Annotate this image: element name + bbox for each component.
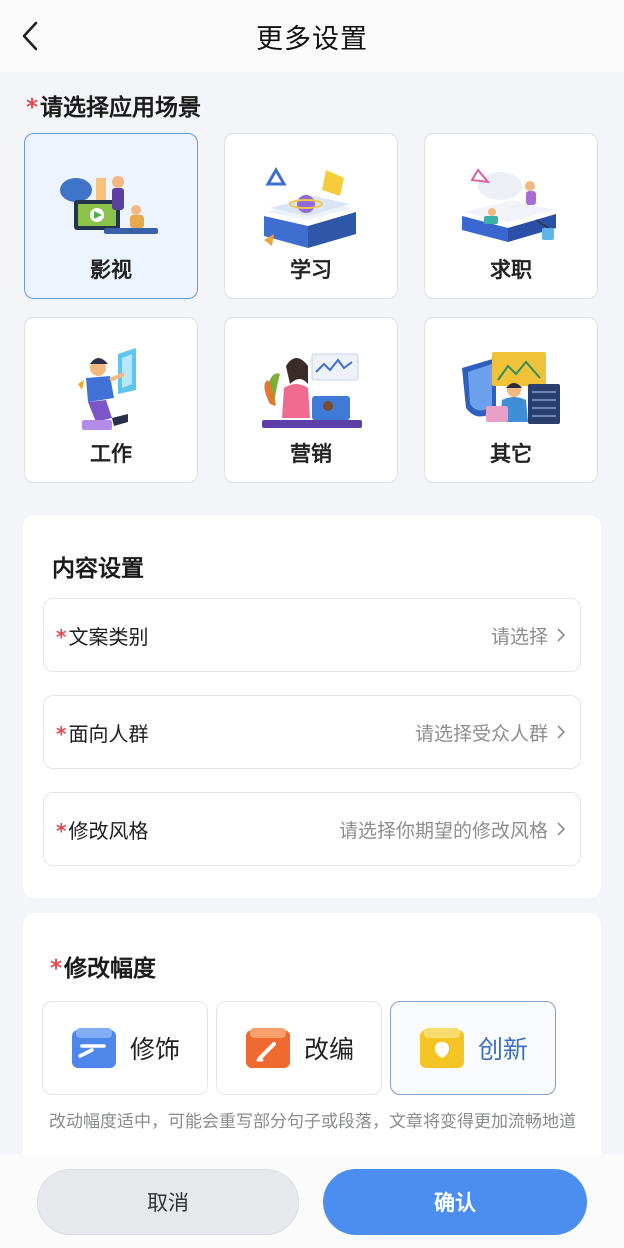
scene-card-work[interactable]: 工作 (24, 317, 198, 483)
scene-label: 求职 (490, 258, 532, 282)
scene-card-job[interactable]: 求职 (424, 133, 598, 299)
scene-label: 影视 (90, 258, 132, 282)
scene-label: 其它 (490, 442, 532, 466)
scene-card-marketing[interactable]: 营销 (224, 317, 398, 483)
modify-option-adapt[interactable]: 改编 (216, 1001, 382, 1095)
chevron-left-icon (22, 21, 38, 51)
modify-option-innovate[interactable]: 创新 (390, 1001, 556, 1095)
required-mark: * (56, 818, 67, 843)
required-mark: * (26, 95, 39, 121)
chevron-right-icon (557, 628, 566, 642)
required-mark: * (56, 624, 67, 649)
modify-degree-title: *修改幅度 (50, 949, 156, 983)
content-settings-title: 内容设置 (52, 556, 144, 582)
bottom-action-bar: 取消 确认 (0, 1154, 624, 1248)
field-label: * 修改风格 (56, 815, 148, 844)
chevron-right-icon (557, 725, 566, 739)
scene-card-film[interactable]: 影视 (24, 133, 198, 299)
style-field[interactable]: * 修改风格 请选择你期望的修改风格 (43, 792, 581, 866)
required-mark: * (50, 956, 63, 982)
modify-option-label: 修饰 (129, 1035, 180, 1064)
content-settings-panel: 内容设置 * 文案类别 请选择 * 面向人群 请选择受众人群 * 修改风格 请选择你期… (23, 515, 601, 898)
audience-field[interactable]: * 面向人群 请选择受众人群 (43, 695, 581, 769)
page-title: 更多设置 (256, 23, 368, 55)
edit-icon (245, 1028, 290, 1068)
field-label-text: 文案类别 (68, 624, 149, 649)
top-navigation-bar: 更多设置 (0, 0, 624, 72)
field-label: * 文案类别 (56, 621, 148, 650)
polish-icon (71, 1028, 116, 1068)
scene-section-title: *请选择应用场景 (26, 88, 201, 122)
field-label-text: 修改风格 (68, 818, 149, 843)
modify-degree-panel: *修改幅度 修饰 改编 创新 改动幅度适中，可能会重写部分句子或段落，文章将变得… (23, 913, 601, 1154)
confirm-button[interactable]: 确认 (323, 1169, 587, 1235)
scene-card-other[interactable]: 其它 (424, 317, 598, 483)
field-value: 请选择受众人群 (415, 719, 566, 746)
modify-description: 改动幅度适中，可能会重写部分句子或段落，文章将变得更加流畅地道 (49, 1112, 576, 1132)
field-placeholder: 请选择 (490, 625, 548, 648)
innovate-icon (419, 1028, 464, 1068)
required-mark: * (56, 721, 67, 746)
scene-label: 工作 (90, 442, 132, 466)
work-illustration-icon (78, 348, 136, 430)
scene-label: 学习 (290, 258, 332, 282)
field-value: 请选择 (491, 622, 566, 649)
chevron-right-icon (557, 822, 566, 836)
modify-option-label: 改编 (303, 1035, 354, 1064)
cancel-button[interactable]: 取消 (37, 1169, 299, 1235)
film-illustration-icon (60, 176, 158, 234)
copy-category-field[interactable]: * 文案类别 请选择 (43, 598, 581, 672)
modify-option-label: 创新 (477, 1035, 528, 1064)
field-placeholder: 请选择你期望的修改风格 (338, 819, 548, 842)
back-button[interactable] (14, 16, 46, 56)
field-label-text: 面向人群 (68, 721, 149, 746)
scene-title-text: 请选择应用场景 (40, 95, 202, 121)
other-illustration-icon (462, 352, 560, 424)
study-book-illustration-icon (264, 166, 356, 248)
marketing-illustration-icon (262, 353, 362, 428)
scene-card-study[interactable]: 学习 (224, 133, 398, 299)
field-placeholder: 请选择受众人群 (414, 722, 548, 745)
field-value: 请选择你期望的修改风格 (339, 816, 566, 843)
field-label: * 面向人群 (56, 718, 148, 747)
modify-title-text: 修改幅度 (64, 956, 157, 982)
scene-label: 营销 (290, 442, 332, 466)
modify-option-polish[interactable]: 修饰 (42, 1001, 208, 1095)
job-search-illustration-icon (462, 168, 556, 242)
